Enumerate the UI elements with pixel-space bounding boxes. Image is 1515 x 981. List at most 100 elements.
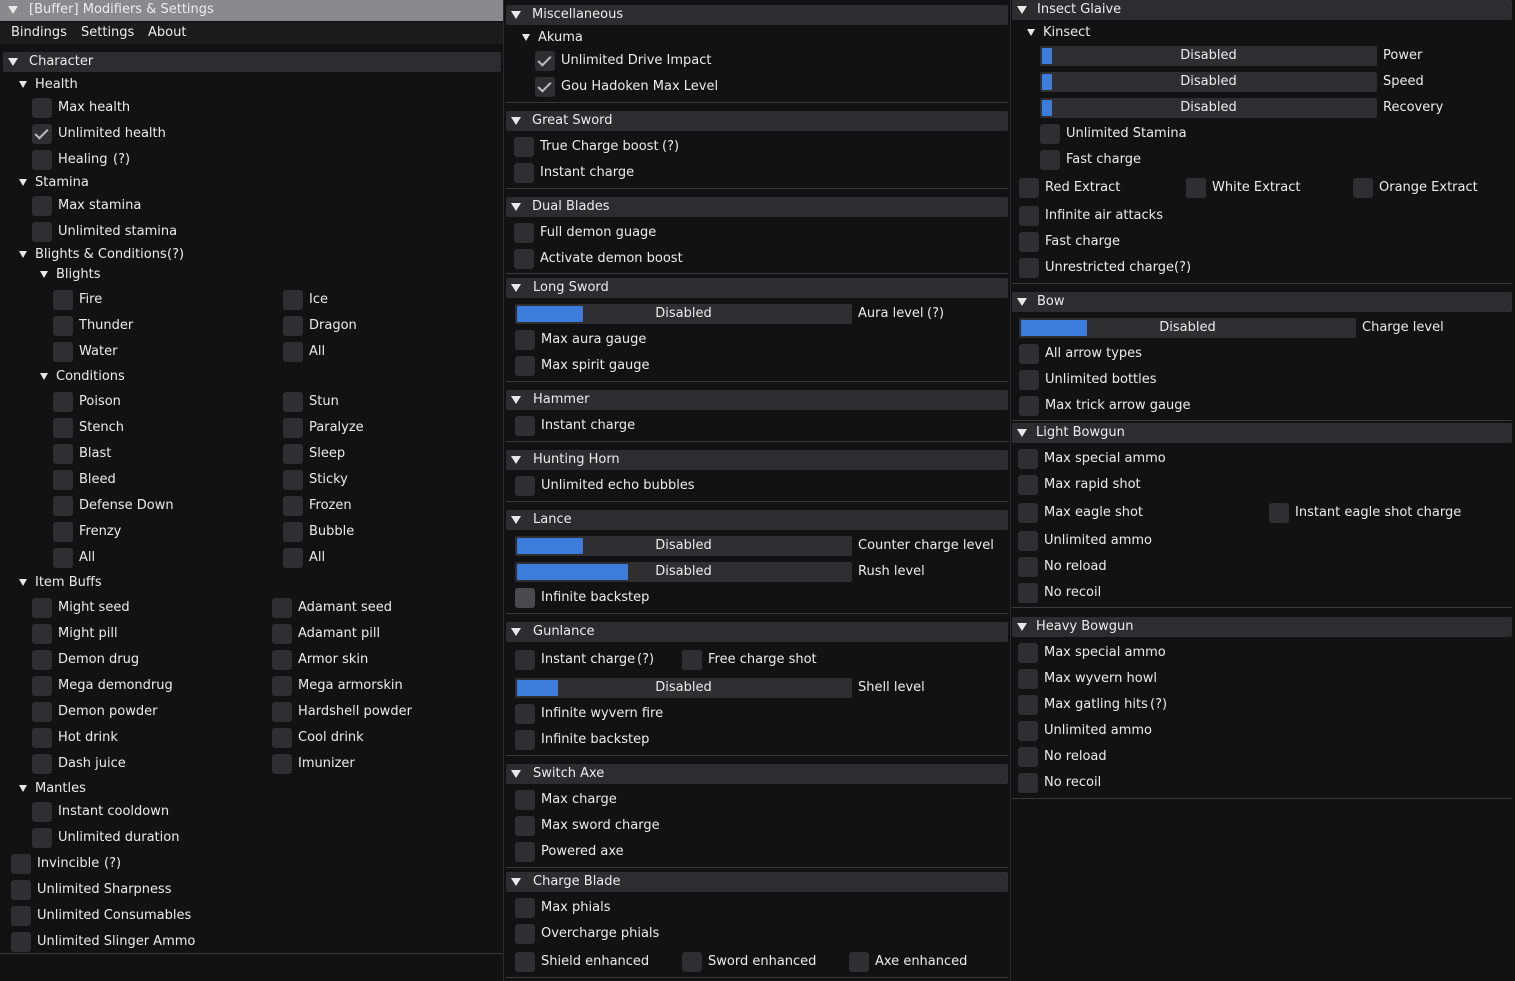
item-buffs-tree-icon[interactable] (19, 579, 27, 586)
menu-settings[interactable]: Settings (81, 25, 134, 41)
adamant-seed-checkbox[interactable] (272, 598, 292, 618)
lbg-unlimited-ammo-checkbox[interactable] (1018, 531, 1038, 551)
might-seed-checkbox[interactable] (32, 598, 52, 618)
tree-akuma[interactable]: Akuma (538, 30, 583, 46)
gunlance-instant-charge-checkbox[interactable] (515, 650, 535, 670)
header-gunlance[interactable]: Gunlance (506, 622, 1008, 642)
help-marker[interactable]: (?) (104, 856, 121, 872)
powered-axe-checkbox[interactable] (515, 842, 535, 862)
help-marker[interactable]: (?) (927, 306, 944, 322)
all-arrow-types-checkbox[interactable] (1019, 344, 1039, 364)
max-sword-charge-checkbox[interactable] (515, 816, 535, 836)
header-dual-blades[interactable]: Dual Blades (506, 197, 1008, 217)
lbg-no-reload-checkbox[interactable] (1018, 557, 1038, 577)
infinite-wyvern-fire-checkbox[interactable] (515, 704, 535, 724)
kinsect-speed-slider[interactable]: Disabled (1040, 72, 1377, 92)
hbg-max-special-ammo-checkbox[interactable] (1018, 643, 1038, 663)
instant-eagle-shot-charge-checkbox[interactable] (1269, 503, 1289, 523)
all-conditions-right-checkbox[interactable] (283, 548, 303, 568)
free-charge-shot-checkbox[interactable] (682, 650, 702, 670)
armor-skin-checkbox[interactable] (272, 650, 292, 670)
all-blights-checkbox[interactable] (283, 342, 303, 362)
blights-tree-icon[interactable] (40, 271, 48, 278)
help-marker[interactable]: (?) (637, 652, 654, 668)
bleed-checkbox[interactable] (53, 470, 73, 490)
ig-fast-charge-checkbox[interactable] (1019, 232, 1039, 252)
demon-drug-checkbox[interactable] (32, 650, 52, 670)
invincible-checkbox[interactable] (11, 854, 31, 874)
help-marker[interactable]: (?) (167, 247, 184, 263)
hammer-instant-charge-checkbox[interactable] (515, 416, 535, 436)
lbg-no-recoil-checkbox[interactable] (1018, 583, 1038, 603)
header-charge-blade[interactable]: Charge Blade (506, 872, 1008, 892)
defense-down-checkbox[interactable] (53, 496, 73, 516)
tree-kinsect[interactable]: Kinsect (1043, 25, 1090, 41)
sticky-checkbox[interactable] (283, 470, 303, 490)
mega-armorskin-checkbox[interactable] (272, 676, 292, 696)
max-charge-checkbox[interactable] (515, 790, 535, 810)
unlimited-drive-impact-checkbox[interactable] (535, 51, 555, 71)
max-spirit-gauge-checkbox[interactable] (515, 356, 535, 376)
max-eagle-shot-checkbox[interactable] (1018, 503, 1038, 523)
unlimited-health-checkbox[interactable] (32, 124, 52, 144)
unrestricted-charge-checkbox[interactable] (1019, 258, 1039, 278)
all-conditions-left-checkbox[interactable] (53, 548, 73, 568)
unlimited-bottles-checkbox[interactable] (1019, 370, 1039, 390)
bow-charge-level-slider[interactable]: Disabled (1019, 318, 1356, 338)
kinsect-power-slider[interactable]: Disabled (1040, 46, 1377, 66)
shield-enhanced-checkbox[interactable] (515, 952, 535, 972)
unlimited-duration-checkbox[interactable] (32, 828, 52, 848)
unlimited-echo-bubbles-checkbox[interactable] (515, 476, 535, 496)
thunder-checkbox[interactable] (53, 316, 73, 336)
menu-bindings[interactable]: Bindings (11, 25, 67, 41)
mega-demondrug-checkbox[interactable] (32, 676, 52, 696)
max-stamina-checkbox[interactable] (32, 196, 52, 216)
orange-extract-checkbox[interactable] (1353, 178, 1373, 198)
gunlance-infinite-backstep-checkbox[interactable] (515, 730, 535, 750)
hbg-no-reload-checkbox[interactable] (1018, 747, 1038, 767)
header-switch-axe[interactable]: Switch Axe (506, 764, 1008, 784)
header-heavy-bowgun[interactable]: Heavy Bowgun (1012, 617, 1512, 637)
frozen-checkbox[interactable] (283, 496, 303, 516)
sword-enhanced-checkbox[interactable] (682, 952, 702, 972)
demon-powder-checkbox[interactable] (32, 702, 52, 722)
tree-conditions[interactable]: Conditions (56, 369, 125, 385)
kinsect-unlimited-stamina-checkbox[interactable] (1040, 124, 1060, 144)
hot-drink-checkbox[interactable] (32, 728, 52, 748)
max-aura-gauge-checkbox[interactable] (515, 330, 535, 350)
header-miscellaneous[interactable]: Miscellaneous (506, 5, 1008, 25)
unlimited-slinger-ammo-checkbox[interactable] (11, 932, 31, 952)
help-marker[interactable]: (?) (662, 139, 679, 155)
tree-item-buffs[interactable]: Item Buffs (35, 575, 102, 591)
might-pill-checkbox[interactable] (32, 624, 52, 644)
true-charge-boost-checkbox[interactable] (514, 137, 534, 157)
instant-cooldown-checkbox[interactable] (32, 802, 52, 822)
ice-checkbox[interactable] (283, 290, 303, 310)
infinite-air-attacks-checkbox[interactable] (1019, 206, 1039, 226)
header-insect-glaive[interactable]: Insect Glaive (1012, 0, 1512, 20)
header-light-bowgun[interactable]: Light Bowgun (1012, 423, 1512, 443)
stamina-tree-icon[interactable] (19, 179, 27, 186)
unlimited-stamina-checkbox[interactable] (32, 222, 52, 242)
healing-checkbox[interactable] (32, 150, 52, 170)
header-hammer[interactable]: Hammer (506, 390, 1008, 410)
tree-blights[interactable]: Blights (56, 267, 101, 283)
rush-level-slider[interactable]: Disabled (515, 562, 852, 582)
mantles-tree-icon[interactable] (19, 785, 27, 792)
water-checkbox[interactable] (53, 342, 73, 362)
aura-level-slider[interactable]: Disabled (515, 304, 852, 324)
activate-demon-boost-checkbox[interactable] (514, 249, 534, 269)
stench-checkbox[interactable] (53, 418, 73, 438)
health-tree-icon[interactable] (19, 81, 27, 88)
imunizer-checkbox[interactable] (272, 754, 292, 774)
fire-checkbox[interactable] (53, 290, 73, 310)
shell-level-slider[interactable]: Disabled (515, 678, 852, 698)
hbg-no-recoil-checkbox[interactable] (1018, 773, 1038, 793)
tree-mantles[interactable]: Mantles (35, 781, 86, 797)
header-hunting-horn[interactable]: Hunting Horn (506, 450, 1008, 470)
hardshell-powder-checkbox[interactable] (272, 702, 292, 722)
paralyze-checkbox[interactable] (283, 418, 303, 438)
cool-drink-checkbox[interactable] (272, 728, 292, 748)
gs-instant-charge-checkbox[interactable] (514, 163, 534, 183)
red-extract-checkbox[interactable] (1019, 178, 1039, 198)
